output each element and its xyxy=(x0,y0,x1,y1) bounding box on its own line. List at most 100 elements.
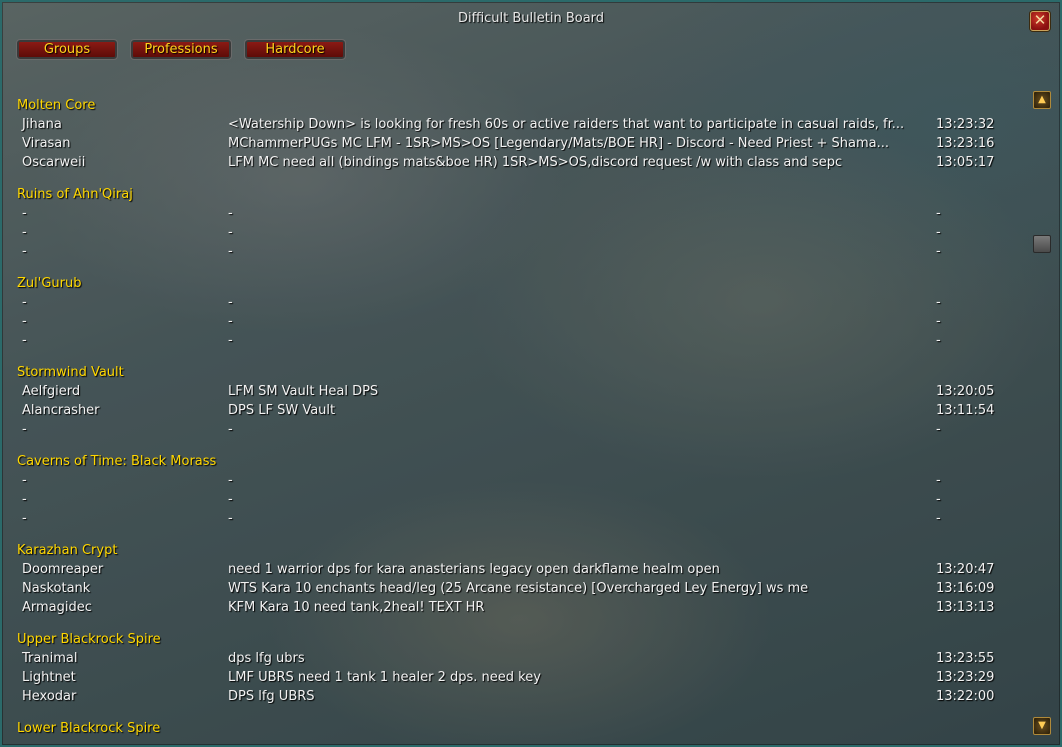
listing-time: - xyxy=(936,511,941,526)
listing-time: 13:23:32 xyxy=(936,117,995,132)
section-header: Lower Blackrock Spire xyxy=(17,721,161,736)
player-name: Oscarweii xyxy=(22,155,86,170)
player-name: Tranimal xyxy=(22,651,78,666)
listing-row[interactable]: --- xyxy=(17,312,1007,331)
listing-message: KFM Kara 10 need tank,2heal! TEXT HR xyxy=(228,600,485,615)
player-name: - xyxy=(22,473,27,488)
player-name: Alancrasher xyxy=(22,403,100,418)
listing-time: 13:20:05 xyxy=(936,384,995,399)
listing-row[interactable]: --- xyxy=(17,471,1007,490)
player-name: - xyxy=(22,314,27,329)
listing-message: <Watership Down> is looking for fresh 60… xyxy=(228,117,905,132)
listing-area: Molten Core Jihana <Watership Down> is loo… xyxy=(17,96,1007,738)
window-title: Difficult Bulletin Board xyxy=(457,11,605,26)
listing-message: - xyxy=(228,511,233,526)
listing-message: MChammerPUGs MC LFM - 1SR>MS>OS [Legenda… xyxy=(228,136,889,151)
listing-row[interactable]: Armagidec KFM Kara 10 need tank,2heal! TE… xyxy=(17,598,1007,617)
player-name: - xyxy=(22,422,27,437)
listing-row[interactable]: --- xyxy=(17,293,1007,312)
listing-time: - xyxy=(936,314,941,329)
listing-time: 13:11:54 xyxy=(936,403,995,418)
listing-row[interactable]: Tranimal dps lfg ubrs 13:23:55 xyxy=(17,649,1007,668)
listing-message: - xyxy=(228,422,233,437)
player-name: Hexodar xyxy=(22,689,77,704)
listing-row[interactable]: Alancrasher DPS LF SW Vault 13:11:54 xyxy=(17,401,1007,420)
listing-message: - xyxy=(228,244,233,259)
listing-message: LMF UBRS need 1 tank 1 healer 2 dps. nee… xyxy=(228,670,541,685)
player-name: - xyxy=(22,511,27,526)
player-name: - xyxy=(22,225,27,240)
listing-time: 13:23:16 xyxy=(936,136,995,151)
listing-row[interactable]: Naskotank WTS Kara 10 enchants head/leg (… xyxy=(17,579,1007,598)
player-name: Jihana xyxy=(22,117,62,132)
tab-hardcore[interactable]: Hardcore xyxy=(244,39,346,60)
listing-message: LFM MC need all (bindings mats&boe HR) 1… xyxy=(228,155,843,170)
listing-time: - xyxy=(936,492,941,507)
listing-time: 13:05:17 xyxy=(936,155,995,170)
listing-row[interactable]: Jihana <Watership Down> is looking for fr… xyxy=(17,115,1007,134)
tab-groups[interactable]: Groups xyxy=(16,39,118,60)
listing-row[interactable]: --- xyxy=(17,331,1007,350)
player-name: - xyxy=(22,492,27,507)
section-header: Caverns of Time: Black Morass xyxy=(17,454,217,469)
scroll-down-button[interactable]: ▼ xyxy=(1033,717,1051,735)
listing-time: 13:16:09 xyxy=(936,581,995,596)
listing-time: - xyxy=(936,473,941,488)
listing-time: - xyxy=(936,206,941,221)
listing-message: LFM SM Vault Heal DPS xyxy=(228,384,379,399)
listing-row[interactable]: Virasan MChammerPUGs MC LFM - 1SR>MS>OS [… xyxy=(17,134,1007,153)
listing-message: - xyxy=(228,295,233,310)
player-name: - xyxy=(22,206,27,221)
tab-bar: Groups Professions Hardcore xyxy=(16,39,346,60)
listing-row[interactable]: --- xyxy=(17,420,1007,439)
bulletin-board-window: Difficult Bulletin Board ✕ Groups Profes… xyxy=(0,0,1062,747)
tab-professions[interactable]: Professions xyxy=(130,39,232,60)
scrollbar-thumb[interactable] xyxy=(1033,235,1051,253)
listing-message: - xyxy=(228,492,233,507)
listing-row[interactable]: --- xyxy=(17,223,1007,242)
listing-time: 13:20:47 xyxy=(936,562,995,577)
listing-row[interactable]: --- xyxy=(17,204,1007,223)
listing-row[interactable]: --- xyxy=(17,242,1007,261)
listing-time: - xyxy=(936,295,941,310)
listing-row[interactable]: Lightnet LMF UBRS need 1 tank 1 healer 2 … xyxy=(17,668,1007,687)
listing-message: need 1 warrior dps for kara anasterians … xyxy=(228,562,720,577)
player-name: Doomreaper xyxy=(22,562,104,577)
listing-row[interactable]: --- xyxy=(17,490,1007,509)
section-header: Karazhan Crypt xyxy=(17,543,118,558)
player-name: - xyxy=(22,295,27,310)
listing-time: - xyxy=(936,333,941,348)
section-header: Stormwind Vault xyxy=(17,365,124,380)
listing-time: 13:23:55 xyxy=(936,651,995,666)
player-name: Armagidec xyxy=(22,600,92,615)
listing-time: - xyxy=(936,244,941,259)
section-header: Ruins of Ahn'Qiraj xyxy=(17,187,133,202)
listing-message: DPS LF SW Vault xyxy=(228,403,336,418)
listing-row[interactable]: Doomreaper need 1 warrior dps for kara an… xyxy=(17,560,1007,579)
listing-row[interactable]: Aelfgierd LFM SM Vault Heal DPS 13:20:05 xyxy=(17,382,1007,401)
player-name: Naskotank xyxy=(22,581,91,596)
listing-time: 13:23:29 xyxy=(936,670,995,685)
listing-message: - xyxy=(228,225,233,240)
listing-message: dps lfg ubrs xyxy=(228,651,305,666)
player-name: - xyxy=(22,333,27,348)
listing-message: WTS Kara 10 enchants head/leg (25 Arcane… xyxy=(228,581,809,596)
listing-row[interactable]: --- xyxy=(17,509,1007,528)
listing-time: 13:22:00 xyxy=(936,689,995,704)
section-header: Zul'Gurub xyxy=(17,276,82,291)
listing-message: DPS lfg UBRS xyxy=(228,689,315,704)
listing-message: - xyxy=(228,333,233,348)
scroll-down-icon: ▼ xyxy=(1038,720,1046,731)
listing-message: - xyxy=(228,314,233,329)
listing-time: - xyxy=(936,225,941,240)
scroll-up-button[interactable]: ▲ xyxy=(1033,91,1051,109)
listing-time: - xyxy=(936,422,941,437)
player-name: Aelfgierd xyxy=(22,384,81,399)
player-name: Lightnet xyxy=(22,670,76,685)
listing-row[interactable]: Hexodar DPS lfg UBRS 13:22:00 xyxy=(17,687,1007,706)
player-name: - xyxy=(22,244,27,259)
close-button[interactable]: ✕ xyxy=(1030,11,1050,31)
listing-time: 13:13:13 xyxy=(936,600,995,615)
section-header: Upper Blackrock Spire xyxy=(17,632,161,647)
listing-row[interactable]: Oscarweii LFM MC need all (bindings mats&… xyxy=(17,153,1007,172)
